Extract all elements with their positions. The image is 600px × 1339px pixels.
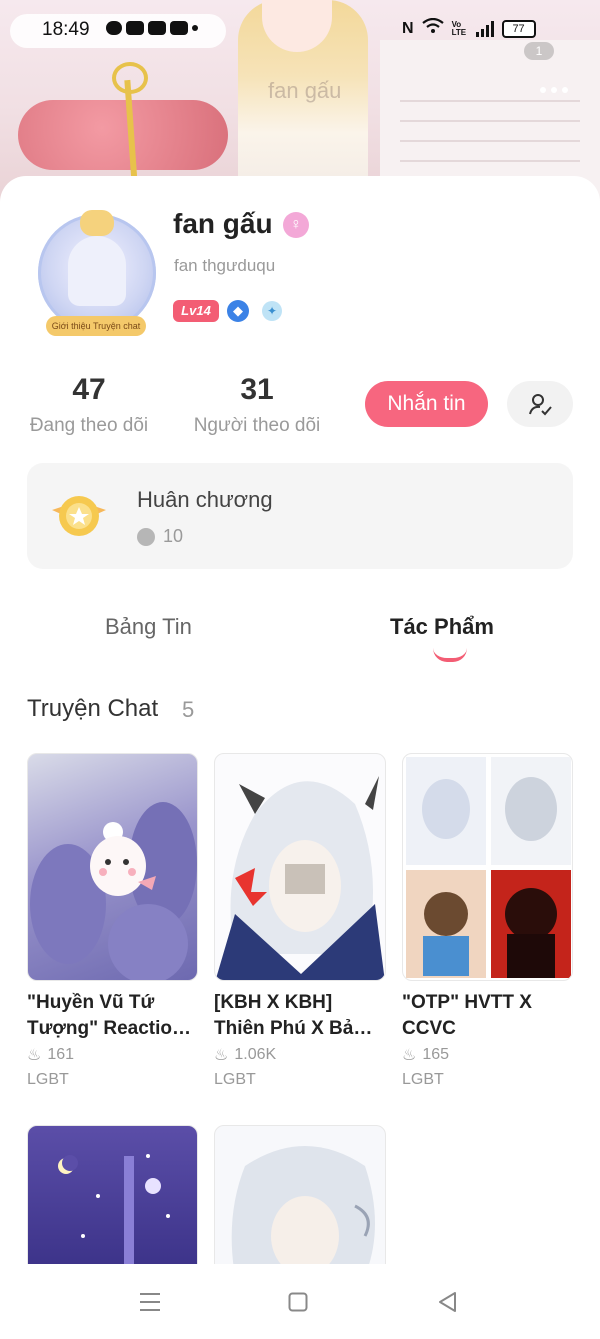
followers-count: 31 bbox=[240, 373, 274, 406]
flame-icon: ♨ bbox=[27, 1047, 42, 1064]
medal-icon bbox=[48, 488, 110, 542]
story-view-count: 161 bbox=[47, 1046, 75, 1063]
message-button[interactable]: Nhắn tin bbox=[365, 381, 488, 427]
story-cover[interactable] bbox=[27, 753, 198, 981]
story-cover[interactable] bbox=[27, 1125, 198, 1275]
story-views: ♨ 161 bbox=[27, 1045, 74, 1065]
followers-stat[interactable]: 31 Người theo dõi bbox=[190, 373, 324, 437]
story-title-line: "OTP" HVTT X bbox=[402, 992, 532, 1013]
following-label: Đang theo dõi bbox=[29, 415, 149, 436]
flame-icon: ♨ bbox=[214, 1047, 229, 1064]
notification-count-badge: 1 bbox=[524, 42, 554, 60]
section-title: Truyện Chat bbox=[27, 695, 159, 722]
story-title-line: Tượng" Reactio… bbox=[27, 1018, 192, 1039]
story-title-line: Thiên Phú X Bả… bbox=[214, 1018, 373, 1039]
avatar-character bbox=[68, 236, 126, 306]
notification-icons bbox=[106, 21, 198, 35]
home-icon[interactable] bbox=[288, 1292, 308, 1312]
story-cover[interactable] bbox=[214, 753, 386, 981]
medals-count: 10 bbox=[163, 526, 184, 546]
story-views: ♨ 165 bbox=[402, 1045, 449, 1065]
system-icons: N Vo LTE 77 bbox=[402, 17, 536, 39]
story-title-line: [KBH X KBH] bbox=[214, 992, 333, 1013]
medals-title: Huân chương bbox=[137, 487, 273, 512]
menu-icon[interactable] bbox=[139, 1292, 161, 1312]
followers-label: Người theo dõi bbox=[193, 415, 321, 436]
volte-icon: Vo LTE bbox=[451, 19, 467, 37]
tab-news-feed[interactable]: Bảng Tin bbox=[105, 614, 192, 640]
gender-female-icon: ♀ bbox=[283, 212, 309, 238]
more-options-icon[interactable] bbox=[534, 80, 574, 100]
story-genre: LGBT bbox=[214, 1071, 256, 1088]
story-views: ♨ 1.06K bbox=[214, 1045, 276, 1065]
story-view-count: 1.06K bbox=[234, 1046, 277, 1063]
story-genre: LGBT bbox=[402, 1071, 444, 1088]
following-stat[interactable]: 47 Đang theo dõi bbox=[27, 373, 151, 437]
story-title-line: "Huyền Vũ Tứ bbox=[27, 992, 155, 1013]
status-time: 18:49 bbox=[42, 19, 90, 40]
signal-icon bbox=[475, 20, 494, 37]
tab-works[interactable]: Tác Phẩm bbox=[390, 614, 494, 640]
follow-button[interactable] bbox=[507, 381, 573, 427]
flame-icon: ♨ bbox=[402, 1047, 417, 1064]
medals-count-row: 10 bbox=[137, 526, 183, 547]
story-title[interactable]: "Huyền Vũ Tứ Tượng" Reactio… bbox=[27, 990, 203, 1042]
level-badge: Lv14 bbox=[173, 300, 219, 322]
wifi-icon bbox=[421, 17, 444, 39]
banner-cushion bbox=[18, 100, 228, 170]
follow-user-icon bbox=[529, 394, 552, 416]
more-notifications-icon bbox=[192, 25, 198, 31]
section-count: 5 bbox=[182, 697, 195, 722]
story-title[interactable]: [KBH X KBH] Thiên Phú X Bả… bbox=[214, 990, 390, 1042]
system-navigation-bar bbox=[0, 1264, 600, 1339]
youtube-icon bbox=[126, 21, 144, 35]
story-title-line: CCVC bbox=[402, 1018, 456, 1039]
avatar[interactable] bbox=[38, 210, 156, 332]
story-cover[interactable] bbox=[214, 1125, 386, 1275]
back-icon[interactable] bbox=[437, 1291, 457, 1313]
avatar-frame-bear bbox=[80, 210, 114, 236]
story-view-count: 165 bbox=[422, 1046, 450, 1063]
profile-handle: fan thgưduqu bbox=[174, 256, 276, 275]
crystal-badge-icon: ✦ bbox=[262, 301, 282, 321]
messenger-icon bbox=[106, 21, 122, 35]
diamond-badge-icon: ◆ bbox=[227, 300, 249, 322]
profile-name: fan gấu bbox=[173, 208, 273, 239]
medal-count-icon bbox=[137, 527, 155, 546]
story-title[interactable]: "OTP" HVTT X CCVC bbox=[402, 990, 578, 1042]
youtube-icon bbox=[148, 21, 166, 35]
following-count: 47 bbox=[72, 373, 106, 406]
story-cover[interactable] bbox=[402, 753, 573, 981]
nfc-icon: N bbox=[402, 19, 414, 37]
avatar-frame-label: Giới thiệu Truyện chat bbox=[46, 316, 146, 336]
story-genre: LGBT bbox=[27, 1071, 69, 1088]
battery-icon: 77 bbox=[501, 19, 536, 38]
status-bar: 18:49 N Vo LTE 77 bbox=[0, 10, 600, 48]
youtube-icon bbox=[170, 21, 188, 35]
banner-watermark: fan gấu bbox=[268, 78, 342, 103]
